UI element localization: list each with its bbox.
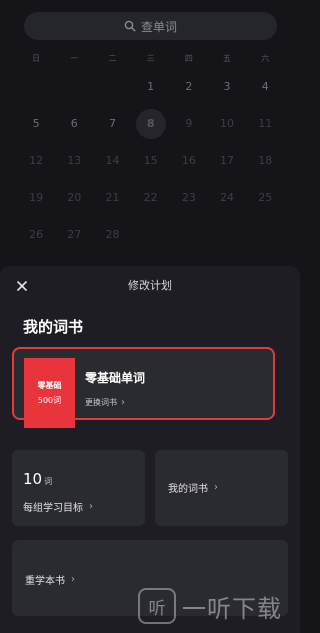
weekday: 一: [70, 54, 79, 63]
watermark-text: 一听下载: [182, 594, 282, 623]
calendar-day: 24: [220, 191, 235, 204]
book-cover: 零基础 500词: [24, 358, 75, 428]
calendar-week: 26 27 28: [0, 216, 300, 253]
calendar-day: 27: [67, 228, 82, 241]
calendar-day: 23: [181, 191, 196, 204]
goal-label: 每组学习目标: [23, 503, 83, 514]
calendar-day: 17: [220, 154, 235, 167]
restart-label-row: 重学本书 ›: [25, 572, 75, 587]
cover-title: 零基础: [37, 381, 62, 390]
current-book-card[interactable]: 零基础 500词 零基础单词 更换词书 ›: [12, 347, 275, 428]
weekday: 二: [108, 54, 117, 63]
group-goal-card[interactable]: 10 词 每组学习目标 ›: [12, 450, 145, 526]
calendar-day: 26: [29, 228, 44, 241]
calendar-day: 13: [67, 154, 82, 167]
calendar-day: 11: [258, 117, 273, 130]
watermark: 听 一听下载: [138, 588, 282, 624]
change-book-label: 更换词书: [85, 398, 117, 407]
book-name: 零基础单词: [85, 371, 146, 385]
calendar-day: 10: [220, 117, 235, 130]
calendar-day[interactable]: 4: [246, 68, 284, 105]
search-bar[interactable]: 查单词: [24, 12, 277, 40]
calendar-day[interactable]: 2: [170, 68, 208, 105]
chevron-right-icon: ›: [71, 574, 75, 585]
search-placeholder: 查单词: [140, 19, 177, 34]
weekday: 三: [146, 54, 155, 63]
edit-plan-sheet: 修改计划 我的词书 零基础 500词 零基础单词 更换词书 › 10 词 每组学…: [0, 266, 300, 633]
calendar-week: 12 13 14 15 16 17 18: [0, 142, 300, 179]
goal-count-unit: 词: [44, 477, 53, 486]
calendar-day: 18: [258, 154, 273, 167]
today-label: 8: [146, 117, 155, 130]
calendar-day: [170, 216, 208, 253]
calendar-day: 15: [143, 154, 158, 167]
search-icon: [124, 20, 136, 32]
section-title: 我的词书: [23, 318, 84, 336]
calendar-day: [208, 216, 246, 253]
goal-count-value: 10: [23, 470, 43, 488]
calendar-day: [132, 216, 170, 253]
calendar-day: 20: [67, 191, 82, 204]
weekday: 六: [261, 54, 270, 63]
calendar-day: 9: [185, 117, 193, 130]
calendar-day: [55, 68, 93, 105]
calendar-day-today[interactable]: 8: [132, 105, 170, 142]
calendar-day: 28: [105, 228, 120, 241]
weekday: 五: [223, 54, 232, 63]
calendar-day[interactable]: 1: [132, 68, 170, 105]
weekday: 四: [184, 54, 193, 63]
calendar-day[interactable]: 3: [208, 68, 246, 105]
watermark-logo: 听: [138, 588, 176, 624]
my-books-card[interactable]: 我的词书 ›: [155, 450, 288, 526]
calendar-day: 12: [29, 154, 44, 167]
calendar-day[interactable]: 7: [93, 105, 131, 142]
calendar-day: 14: [105, 154, 120, 167]
calendar-day: 22: [143, 191, 158, 204]
calendar-day: 16: [181, 154, 196, 167]
calendar-week: 1 2 3 4: [0, 68, 300, 105]
chevron-right-icon: ›: [89, 501, 93, 512]
restart-label: 重学本书: [25, 576, 65, 587]
my-books-label: 我的词书: [168, 484, 208, 495]
change-book-button[interactable]: 更换词书 ›: [85, 397, 125, 408]
cover-subtitle: 500词: [37, 396, 62, 405]
sheet-title: 修改计划: [128, 279, 172, 292]
calendar-day: 25: [258, 191, 273, 204]
calendar-day[interactable]: 6: [55, 105, 93, 142]
my-books-label-row: 我的词书 ›: [168, 480, 218, 495]
calendar-day: [93, 68, 131, 105]
calendar-day: [246, 216, 284, 253]
calendar-day: 19: [29, 191, 44, 204]
weekday: 日: [32, 54, 41, 63]
chevron-right-icon: ›: [214, 482, 218, 493]
calendar-weekdays: 日 一 二 三 四 五 六: [0, 50, 300, 68]
calendar-day[interactable]: 5: [17, 105, 55, 142]
chevron-right-icon: ›: [121, 397, 125, 408]
calendar-week: 19 20 21 22 23 24 25: [0, 179, 300, 216]
calendar-day: [17, 68, 55, 105]
goal-label-row: 每组学习目标 ›: [23, 499, 93, 514]
calendar-week: 5 6 7 8 9 10 11: [0, 105, 300, 142]
calendar: 日 一 二 三 四 五 六 1 2 3 4 5 6 7 8 9 10 11 12…: [0, 50, 300, 253]
goal-count: 10 词: [23, 470, 52, 488]
calendar-day: 21: [105, 191, 120, 204]
